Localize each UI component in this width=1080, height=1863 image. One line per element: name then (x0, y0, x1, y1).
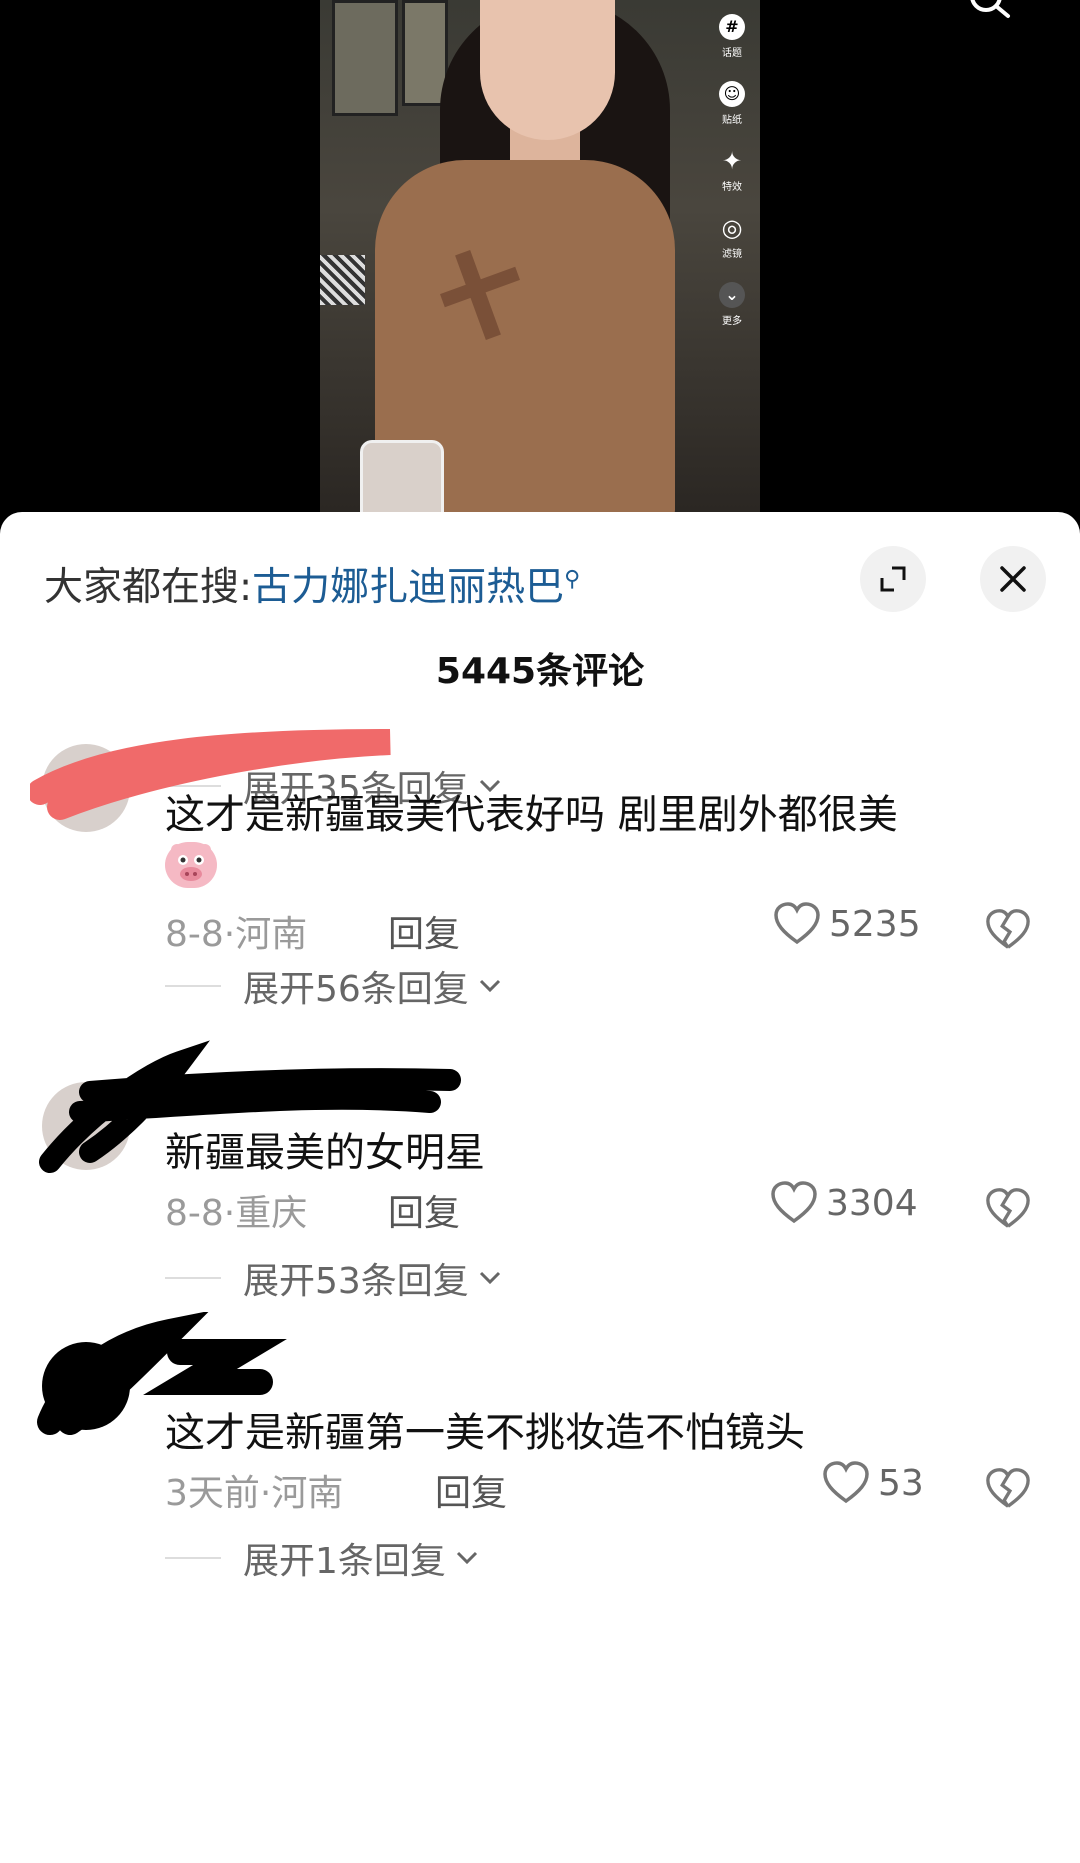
divider (165, 985, 221, 987)
trending-search-prefix: 大家都在搜: (44, 565, 253, 610)
like-button[interactable]: 53 (822, 1461, 924, 1505)
comment-text: 新疆最美的女明星 (165, 1130, 485, 1176)
pig-emoji-icon (165, 842, 217, 888)
expand-replies[interactable]: 展开56条回复 (165, 960, 503, 1012)
comment-emoji (165, 842, 217, 898)
comment-text: 这才是新疆最美代表好吗 剧里剧外都很美 (165, 792, 898, 838)
video-person-face (480, 0, 615, 140)
filter-icon: ◎ (721, 214, 743, 242)
tool-label: 特效 (722, 182, 742, 193)
comment-location: 河南 (235, 914, 308, 955)
broken-heart-icon[interactable] (985, 1466, 1031, 1512)
tool-label: 滤镜 (722, 249, 742, 260)
video-frame[interactable] (320, 0, 760, 520)
reply-button[interactable]: 回复 (435, 1464, 507, 1516)
comment-date: 8-8· (165, 914, 236, 955)
cushion (320, 255, 365, 305)
tool-topic[interactable]: # 话题 (712, 14, 752, 59)
divider (165, 1277, 221, 1279)
search-icon[interactable] (968, 0, 1012, 26)
search-icon: ⚲ (564, 567, 581, 592)
tool-sticker[interactable]: ☺ 贴纸 (712, 81, 752, 126)
close-icon (1000, 566, 1026, 592)
chevron-down-icon (456, 1551, 477, 1565)
heart-icon (774, 902, 820, 945)
comment-text: 这才是新疆第一美不挑妆造不怕镜头 (165, 1410, 805, 1456)
expand-replies[interactable]: 展开53条回复 (165, 1252, 503, 1304)
chevron-down-icon (479, 979, 500, 993)
comment-location: ·河南 (259, 1473, 344, 1514)
expand-button[interactable] (860, 546, 926, 612)
tool-more[interactable]: ⌄ 更多 (712, 282, 752, 327)
heart-icon (823, 1461, 869, 1504)
reply-button[interactable]: 回复 (388, 1184, 460, 1236)
comment-panel: 大家都在搜:古力娜扎迪丽热巴⚲ 5445条评论 展开35条回复 这才是新疆最美代… (0, 512, 1080, 1863)
comment-meta: 8-8·重庆 (165, 1184, 307, 1236)
comment-count: 5445条评论 (435, 651, 645, 692)
broken-heart-icon[interactable] (985, 907, 1031, 953)
tool-filter[interactable]: ◎ 滤镜 (712, 215, 752, 260)
video-area[interactable]: # 话题 ☺ 贴纸 ✦ 特效 ◎ 滤镜 ⌄ 更多 (0, 0, 1080, 540)
expand-replies[interactable]: 展开1条回复 (165, 1532, 480, 1584)
expand-replies-label: 展开53条回复 (243, 1261, 469, 1302)
comment-date: 3天前 (165, 1473, 260, 1514)
comment-meta: 3天前·河南 (165, 1464, 343, 1516)
expand-replies-label: 展开56条回复 (243, 969, 469, 1010)
expand-replies-label: 展开1条回复 (243, 1541, 446, 1582)
trending-search-query[interactable]: 古力娜扎迪丽热巴 (252, 565, 564, 610)
broken-heart-icon[interactable] (985, 1186, 1031, 1232)
like-count: 5235 (829, 903, 921, 945)
more-icon: ⌄ (719, 282, 745, 308)
tool-label: 更多 (722, 316, 742, 327)
phone-thumbnail[interactable] (360, 440, 444, 520)
reply-button[interactable]: 回复 (388, 905, 460, 957)
comment-meta: 8-8·河南 (165, 905, 307, 957)
like-count: 3304 (826, 1182, 918, 1224)
trending-search[interactable]: 大家都在搜:古力娜扎迪丽热巴⚲ (44, 556, 580, 612)
expand-icon (880, 566, 906, 592)
like-button[interactable]: 5235 (773, 902, 921, 946)
tool-effects[interactable]: ✦ 特效 (712, 148, 752, 193)
heart-icon (771, 1181, 817, 1224)
video-side-tools: # 话题 ☺ 贴纸 ✦ 特效 ◎ 滤镜 ⌄ 更多 (712, 14, 752, 349)
like-button[interactable]: 3304 (770, 1181, 918, 1225)
comment-date: 8-8· (165, 1193, 236, 1234)
chevron-down-icon (479, 1271, 500, 1285)
wall-art (332, 0, 398, 116)
tool-label: 话题 (722, 48, 742, 59)
hashtag-icon: # (719, 14, 745, 40)
tool-label: 贴纸 (722, 115, 742, 126)
like-count: 53 (878, 1462, 924, 1504)
divider (165, 1557, 221, 1559)
close-button[interactable] (980, 546, 1046, 612)
sticker-icon: ☺ (719, 81, 745, 107)
comment-location: 重庆 (235, 1193, 308, 1234)
effects-icon: ✦ (721, 147, 743, 175)
